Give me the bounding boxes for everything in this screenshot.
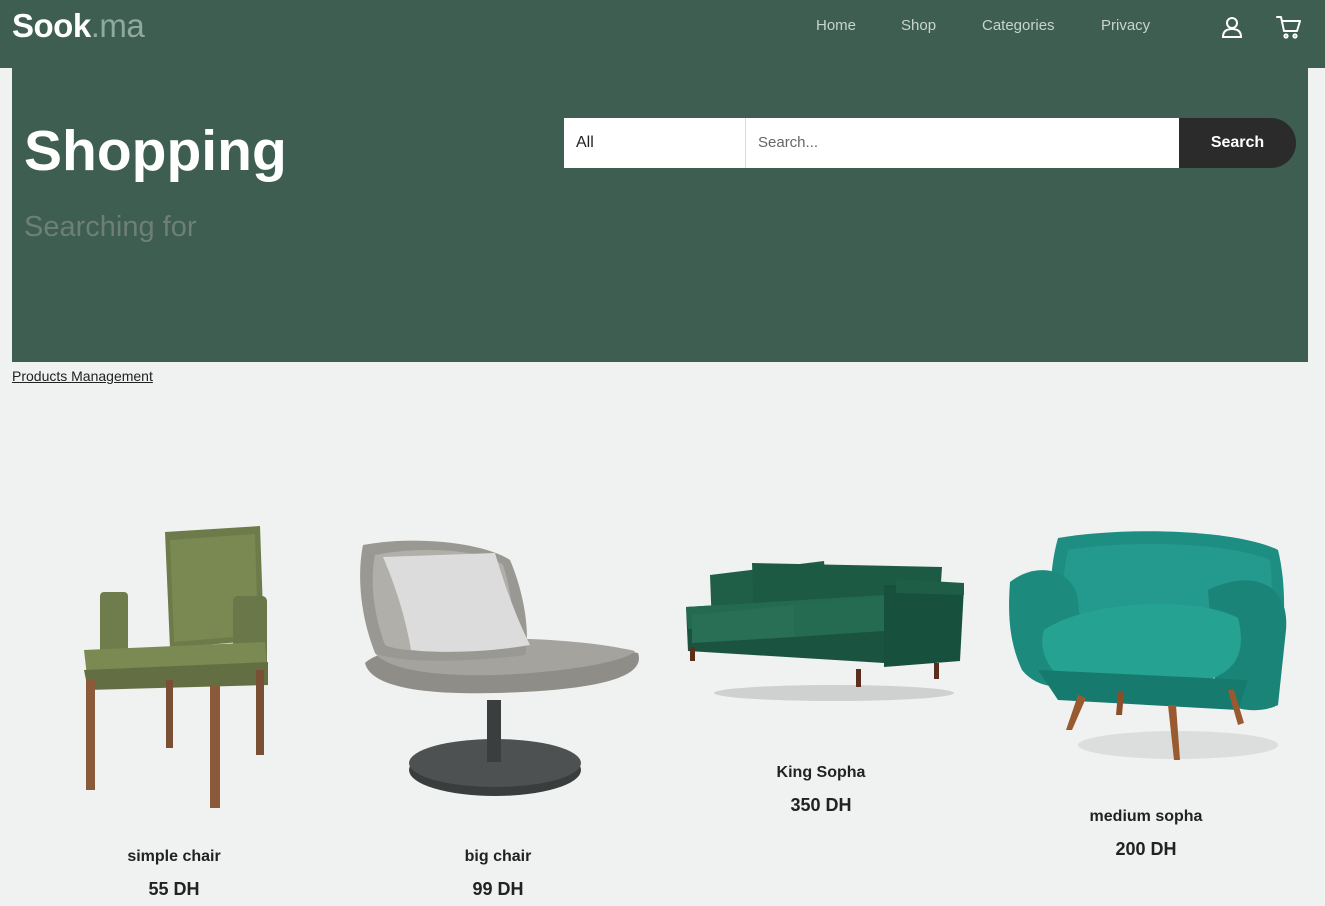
product-price: 200 DH [1115,839,1177,859]
search-button[interactable]: Search [1179,118,1296,168]
search-input[interactable]: Search... [746,118,1179,168]
brand-main: Sook [12,7,91,44]
navbar: Sook.ma Home Shop Categories Privacy [0,0,1325,68]
page-title: Shopping [24,119,287,183]
hero-banner: Shopping Searching for All Search... Sea… [12,68,1308,362]
cart-icon[interactable] [1276,14,1302,40]
search-status-text: Searching for [24,211,197,243]
product-name[interactable]: big chair [348,847,648,867]
product-name[interactable]: simple chair [24,847,324,867]
user-icon[interactable] [1219,14,1245,40]
nav-categories[interactable]: Categories [982,17,1055,35]
nav-shop[interactable]: Shop [901,17,936,35]
product-image-king-sopha[interactable] [684,555,966,705]
product-image-simple-chair[interactable] [70,520,280,815]
search-bar: All Search... Search [564,118,1296,168]
products-management-link[interactable]: Products Management [12,367,153,385]
product-name[interactable]: King Sopha [671,763,971,783]
product-image-medium-sopha[interactable] [1008,530,1290,765]
product-price: 350 DH [790,795,852,815]
product-name[interactable]: medium sopha [996,807,1296,827]
nav-privacy[interactable]: Privacy [1101,17,1150,35]
product-price: 55 DH [148,879,200,899]
brand-suffix: .ma [90,7,145,44]
category-select[interactable]: All [564,118,746,168]
nav-home[interactable]: Home [816,17,856,35]
brand-logo[interactable]: Sook.ma [12,7,145,45]
product-price: 99 DH [472,879,524,899]
product-image-big-chair[interactable] [355,535,645,805]
